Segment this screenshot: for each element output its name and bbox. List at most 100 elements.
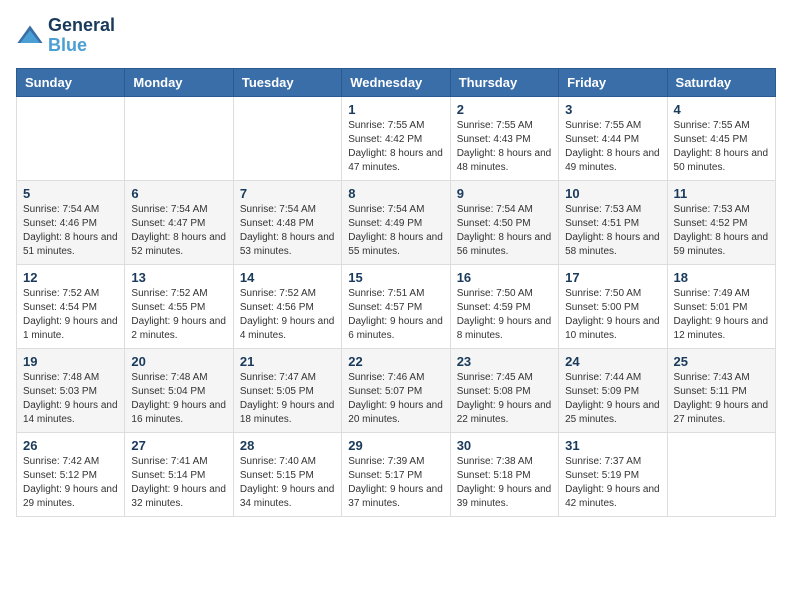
logo-icon	[16, 22, 44, 50]
calendar-cell: 12 Sunrise: 7:52 AM Sunset: 4:54 PM Dayli…	[17, 264, 125, 348]
day-detail: Sunrise: 7:45 AM Sunset: 5:08 PM Dayligh…	[457, 371, 552, 427]
weekday-header: Thursday	[450, 68, 558, 96]
day-detail: Sunrise: 7:55 AM Sunset: 4:43 PM Dayligh…	[457, 119, 552, 175]
day-detail: Sunrise: 7:50 AM Sunset: 5:00 PM Dayligh…	[565, 287, 660, 343]
day-number: 10	[565, 186, 660, 201]
calendar: SundayMondayTuesdayWednesdayThursdayFrid…	[16, 68, 776, 517]
calendar-header-row: SundayMondayTuesdayWednesdayThursdayFrid…	[17, 68, 776, 96]
day-number: 4	[674, 102, 769, 117]
day-detail: Sunrise: 7:55 AM Sunset: 4:45 PM Dayligh…	[674, 119, 769, 175]
calendar-week-row: 5 Sunrise: 7:54 AM Sunset: 4:46 PM Daylig…	[17, 180, 776, 264]
weekday-header: Sunday	[17, 68, 125, 96]
day-number: 6	[131, 186, 226, 201]
day-detail: Sunrise: 7:52 AM Sunset: 4:55 PM Dayligh…	[131, 287, 226, 343]
day-detail: Sunrise: 7:40 AM Sunset: 5:15 PM Dayligh…	[240, 455, 335, 511]
day-number: 11	[674, 186, 769, 201]
day-detail: Sunrise: 7:49 AM Sunset: 5:01 PM Dayligh…	[674, 287, 769, 343]
weekday-header: Tuesday	[233, 68, 341, 96]
day-number: 7	[240, 186, 335, 201]
day-number: 3	[565, 102, 660, 117]
page-header: General Blue	[16, 16, 776, 56]
day-detail: Sunrise: 7:54 AM Sunset: 4:48 PM Dayligh…	[240, 203, 335, 259]
day-number: 26	[23, 438, 118, 453]
day-detail: Sunrise: 7:38 AM Sunset: 5:18 PM Dayligh…	[457, 455, 552, 511]
day-number: 14	[240, 270, 335, 285]
calendar-cell: 8 Sunrise: 7:54 AM Sunset: 4:49 PM Daylig…	[342, 180, 450, 264]
calendar-cell: 2 Sunrise: 7:55 AM Sunset: 4:43 PM Daylig…	[450, 96, 558, 180]
calendar-cell: 18Sunrise: 7:49 AM Sunset: 5:01 PM Dayli…	[667, 264, 775, 348]
calendar-cell: 28 Sunrise: 7:40 AM Sunset: 5:15 PM Dayli…	[233, 432, 341, 516]
calendar-cell	[667, 432, 775, 516]
calendar-cell: 3 Sunrise: 7:55 AM Sunset: 4:44 PM Daylig…	[559, 96, 667, 180]
day-number: 2	[457, 102, 552, 117]
day-detail: Sunrise: 7:50 AM Sunset: 4:59 PM Dayligh…	[457, 287, 552, 343]
calendar-cell: 24 Sunrise: 7:44 AM Sunset: 5:09 PM Dayli…	[559, 348, 667, 432]
day-number: 8	[348, 186, 443, 201]
day-number: 19	[23, 354, 118, 369]
weekday-header: Wednesday	[342, 68, 450, 96]
day-detail: Sunrise: 7:39 AM Sunset: 5:17 PM Dayligh…	[348, 455, 443, 511]
day-detail: Sunrise: 7:54 AM Sunset: 4:47 PM Dayligh…	[131, 203, 226, 259]
day-detail: Sunrise: 7:54 AM Sunset: 4:49 PM Dayligh…	[348, 203, 443, 259]
calendar-cell: 27 Sunrise: 7:41 AM Sunset: 5:14 PM Dayli…	[125, 432, 233, 516]
day-number: 31	[565, 438, 660, 453]
day-number: 28	[240, 438, 335, 453]
calendar-cell: 14 Sunrise: 7:52 AM Sunset: 4:56 PM Dayli…	[233, 264, 341, 348]
day-number: 24	[565, 354, 660, 369]
day-detail: Sunrise: 7:37 AM Sunset: 5:19 PM Dayligh…	[565, 455, 660, 511]
calendar-cell: 9 Sunrise: 7:54 AM Sunset: 4:50 PM Daylig…	[450, 180, 558, 264]
calendar-cell: 11 Sunrise: 7:53 AM Sunset: 4:52 PM Dayli…	[667, 180, 775, 264]
day-number: 16	[457, 270, 552, 285]
day-number: 15	[348, 270, 443, 285]
calendar-cell: 19 Sunrise: 7:48 AM Sunset: 5:03 PM Dayli…	[17, 348, 125, 432]
day-detail: Sunrise: 7:47 AM Sunset: 5:05 PM Dayligh…	[240, 371, 335, 427]
calendar-cell: 25Sunrise: 7:43 AM Sunset: 5:11 PM Dayli…	[667, 348, 775, 432]
day-number: 20	[131, 354, 226, 369]
day-detail: Sunrise: 7:52 AM Sunset: 4:56 PM Dayligh…	[240, 287, 335, 343]
day-detail: Sunrise: 7:54 AM Sunset: 4:46 PM Dayligh…	[23, 203, 118, 259]
day-detail: Sunrise: 7:52 AM Sunset: 4:54 PM Dayligh…	[23, 287, 118, 343]
calendar-cell	[17, 96, 125, 180]
calendar-week-row: 1Sunrise: 7:55 AM Sunset: 4:42 PM Daylig…	[17, 96, 776, 180]
calendar-cell: 26Sunrise: 7:42 AM Sunset: 5:12 PM Dayli…	[17, 432, 125, 516]
day-number: 27	[131, 438, 226, 453]
day-number: 12	[23, 270, 118, 285]
day-detail: Sunrise: 7:46 AM Sunset: 5:07 PM Dayligh…	[348, 371, 443, 427]
calendar-cell: 17 Sunrise: 7:50 AM Sunset: 5:00 PM Dayli…	[559, 264, 667, 348]
day-number: 9	[457, 186, 552, 201]
calendar-cell: 16 Sunrise: 7:50 AM Sunset: 4:59 PM Dayli…	[450, 264, 558, 348]
day-detail: Sunrise: 7:53 AM Sunset: 4:51 PM Dayligh…	[565, 203, 660, 259]
calendar-week-row: 12 Sunrise: 7:52 AM Sunset: 4:54 PM Dayli…	[17, 264, 776, 348]
calendar-cell: 10 Sunrise: 7:53 AM Sunset: 4:51 PM Dayli…	[559, 180, 667, 264]
day-detail: Sunrise: 7:48 AM Sunset: 5:03 PM Dayligh…	[23, 371, 118, 427]
weekday-header: Saturday	[667, 68, 775, 96]
day-detail: Sunrise: 7:43 AM Sunset: 5:11 PM Dayligh…	[674, 371, 769, 427]
logo: General Blue	[16, 16, 115, 56]
calendar-cell: 13 Sunrise: 7:52 AM Sunset: 4:55 PM Dayli…	[125, 264, 233, 348]
calendar-cell: 20 Sunrise: 7:48 AM Sunset: 5:04 PM Dayli…	[125, 348, 233, 432]
calendar-cell: 7 Sunrise: 7:54 AM Sunset: 4:48 PM Daylig…	[233, 180, 341, 264]
day-number: 29	[348, 438, 443, 453]
day-detail: Sunrise: 7:44 AM Sunset: 5:09 PM Dayligh…	[565, 371, 660, 427]
calendar-cell: 30Sunrise: 7:38 AM Sunset: 5:18 PM Dayli…	[450, 432, 558, 516]
day-detail: Sunrise: 7:55 AM Sunset: 4:42 PM Dayligh…	[348, 119, 443, 175]
calendar-cell: 21 Sunrise: 7:47 AM Sunset: 5:05 PM Dayli…	[233, 348, 341, 432]
calendar-cell: 31 Sunrise: 7:37 AM Sunset: 5:19 PM Dayli…	[559, 432, 667, 516]
day-detail: Sunrise: 7:54 AM Sunset: 4:50 PM Dayligh…	[457, 203, 552, 259]
day-detail: Sunrise: 7:53 AM Sunset: 4:52 PM Dayligh…	[674, 203, 769, 259]
calendar-cell: 22 Sunrise: 7:46 AM Sunset: 5:07 PM Dayli…	[342, 348, 450, 432]
day-number: 13	[131, 270, 226, 285]
day-detail: Sunrise: 7:41 AM Sunset: 5:14 PM Dayligh…	[131, 455, 226, 511]
calendar-cell	[125, 96, 233, 180]
day-detail: Sunrise: 7:48 AM Sunset: 5:04 PM Dayligh…	[131, 371, 226, 427]
day-number: 22	[348, 354, 443, 369]
day-number: 21	[240, 354, 335, 369]
day-detail: Sunrise: 7:55 AM Sunset: 4:44 PM Dayligh…	[565, 119, 660, 175]
calendar-cell: 29 Sunrise: 7:39 AM Sunset: 5:17 PM Dayli…	[342, 432, 450, 516]
calendar-week-row: 26Sunrise: 7:42 AM Sunset: 5:12 PM Dayli…	[17, 432, 776, 516]
weekday-header: Friday	[559, 68, 667, 96]
day-detail: Sunrise: 7:51 AM Sunset: 4:57 PM Dayligh…	[348, 287, 443, 343]
day-number: 23	[457, 354, 552, 369]
day-number: 17	[565, 270, 660, 285]
day-number: 5	[23, 186, 118, 201]
